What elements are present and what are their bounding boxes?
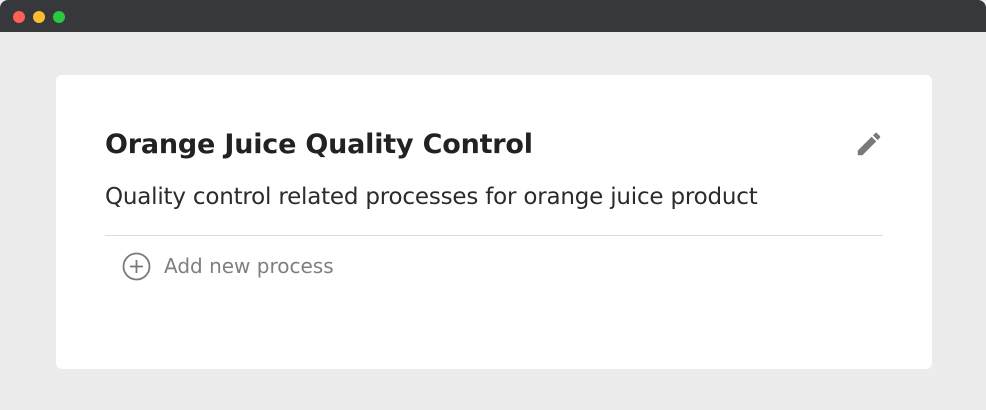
close-window-button[interactable] (13, 11, 25, 23)
add-new-process-button[interactable]: Add new process (122, 251, 334, 281)
minimize-window-button[interactable] (33, 11, 45, 23)
add-new-process-label: Add new process (164, 254, 334, 278)
window-titlebar (0, 0, 986, 32)
app-window: Orange Juice Quality Control Quality con… (0, 0, 986, 410)
divider (105, 235, 883, 236)
maximize-window-button[interactable] (53, 11, 65, 23)
process-group-card: Orange Juice Quality Control Quality con… (56, 75, 932, 369)
card-title: Orange Juice Quality Control (105, 129, 533, 160)
card-description: Quality control related processes for or… (105, 184, 758, 210)
pencil-icon (857, 132, 881, 156)
edit-button[interactable] (852, 127, 886, 161)
plus-circle-icon (122, 252, 151, 281)
